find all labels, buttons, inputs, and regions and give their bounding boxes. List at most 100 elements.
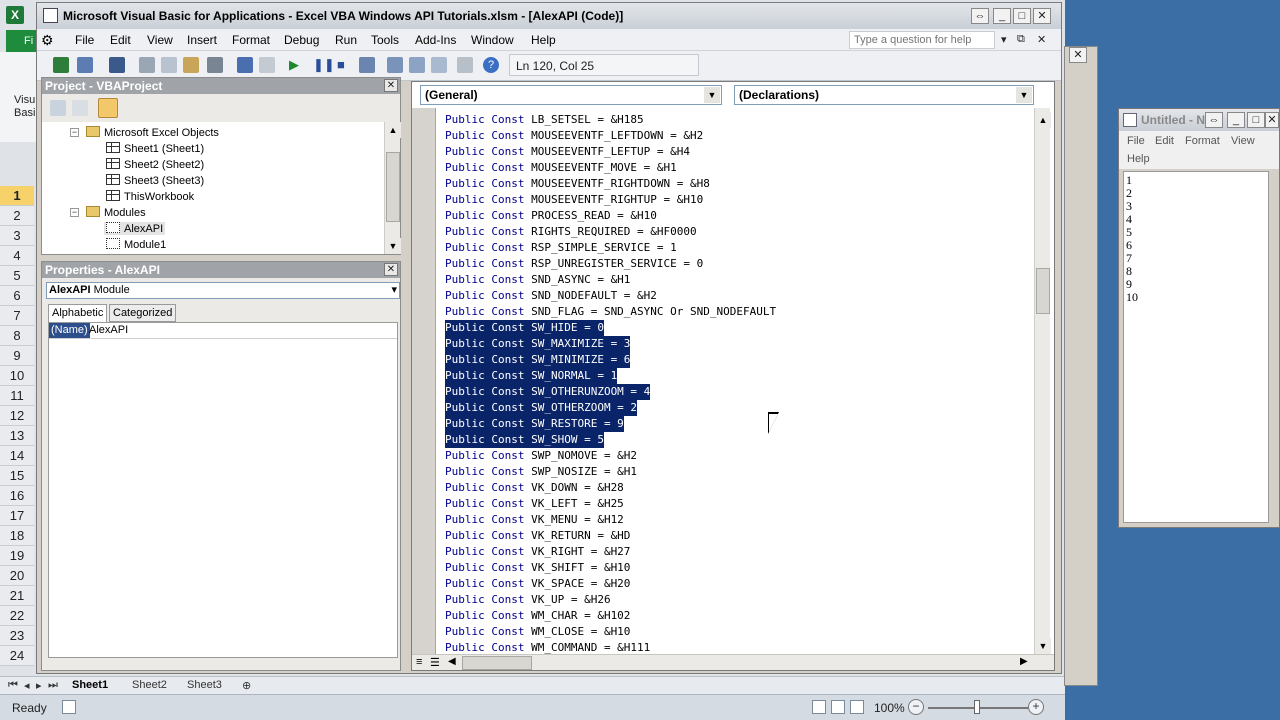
full-module-view-icon[interactable]: ☰ xyxy=(430,656,440,669)
code-hscrollbar[interactable]: ≡ ☰ ◀ ▶ xyxy=(412,654,1054,670)
code-line[interactable]: Public Const SW_OTHERZOOM = 2 xyxy=(445,400,638,416)
normal-view-icon[interactable] xyxy=(812,700,826,714)
code-line[interactable]: Public Const MOUSEEVENTF_RIGHTDOWN = &H8 xyxy=(445,176,710,192)
restore-icon[interactable]: ⇔ xyxy=(971,8,989,24)
close-icon[interactable]: ✕ xyxy=(1033,8,1051,24)
sheet-tab-2[interactable]: Sheet2 xyxy=(132,679,167,691)
property-name-label[interactable]: (Name) xyxy=(49,323,90,338)
code-line[interactable]: Public Const LB_SETSEL = &H185 xyxy=(445,112,644,128)
tab-alphabetic[interactable]: Alphabetic xyxy=(48,304,108,322)
mdi-close-icon[interactable]: ✕ xyxy=(1037,33,1046,46)
code-line[interactable]: Public Const VK_RETURN = &HD xyxy=(445,528,630,544)
tree-modules[interactable]: Modules xyxy=(86,206,146,219)
last-sheet-nav-icon[interactable]: ⏭ xyxy=(48,679,58,692)
notepad-titlebar[interactable]: Untitled - N ⇔ _ □ ✕ xyxy=(1119,109,1279,131)
view-excel-icon[interactable] xyxy=(53,57,69,73)
row-header[interactable]: 13 xyxy=(0,426,34,446)
row-header[interactable]: 19 xyxy=(0,546,34,566)
code-line[interactable]: Public Const SW_RESTORE = 9 xyxy=(445,416,624,432)
row-header[interactable]: 8 xyxy=(0,326,34,346)
row-header[interactable]: 12 xyxy=(0,406,34,426)
zoom-out-icon[interactable]: − xyxy=(908,699,924,715)
code-line[interactable]: Public Const SND_NODEFAULT = &H2 xyxy=(445,288,657,304)
page-layout-view-icon[interactable] xyxy=(831,700,845,714)
menu-file[interactable]: File xyxy=(75,33,94,47)
code-line[interactable]: Public Const SW_HIDE = 0 xyxy=(445,320,604,336)
excel-file-tab[interactable]: Fi xyxy=(6,30,40,52)
row-header[interactable]: 20 xyxy=(0,566,34,586)
combo-arrow-icon[interactable]: ▼ xyxy=(1016,87,1032,103)
row-header[interactable]: 14 xyxy=(0,446,34,466)
project-explorer-icon[interactable] xyxy=(387,57,403,73)
code-line[interactable]: Public Const SW_OTHERUNZOOM = 4 xyxy=(445,384,651,400)
row-header[interactable]: 17 xyxy=(0,506,34,526)
run-icon[interactable]: ▶ xyxy=(289,57,305,73)
code-line[interactable]: Public Const SWP_NOSIZE = &H1 xyxy=(445,464,637,480)
notepad-minimize-icon[interactable]: _ xyxy=(1227,112,1245,128)
notepad-app-icon[interactable] xyxy=(1123,113,1137,127)
properties-close-icon[interactable]: ✕ xyxy=(384,263,398,276)
macro-record-icon[interactable] xyxy=(62,700,76,714)
expand-objects-icon[interactable]: − xyxy=(70,128,79,137)
code-line[interactable]: Public Const SW_MAXIMIZE = 3 xyxy=(445,336,631,352)
code-line[interactable]: Public Const WM_CLOSE = &H10 xyxy=(445,624,630,640)
menu-run[interactable]: Run xyxy=(335,33,357,47)
combo-arrow-icon[interactable]: ▼ xyxy=(704,87,720,103)
undo-icon[interactable] xyxy=(237,57,253,73)
code-line[interactable]: Public Const PROCESS_READ = &H10 xyxy=(445,208,657,224)
insert-userform-icon[interactable] xyxy=(77,57,93,73)
tree-excel-objects[interactable]: Microsoft Excel Objects xyxy=(86,126,219,139)
notepad-maximize-icon[interactable]: □ xyxy=(1247,112,1265,128)
view-object-icon[interactable] xyxy=(72,100,88,116)
code-line[interactable]: Public Const WM_CHAR = &H102 xyxy=(445,608,630,624)
code-line[interactable]: Public Const SND_ASYNC = &H1 xyxy=(445,272,630,288)
code-line[interactable]: Public Const SND_FLAG = SND_ASYNC Or SND… xyxy=(445,304,776,320)
row-header[interactable]: 15 xyxy=(0,466,34,486)
menu-window[interactable]: Window xyxy=(471,33,514,47)
project-close-icon[interactable]: ✕ xyxy=(384,79,398,92)
row-header[interactable]: 9 xyxy=(0,346,34,366)
margin-indicator-bar[interactable] xyxy=(412,108,436,654)
notepad-menu-format[interactable]: Format xyxy=(1185,135,1220,147)
page-break-view-icon[interactable] xyxy=(850,700,864,714)
menu-view[interactable]: View xyxy=(147,33,173,47)
row-header[interactable]: 4 xyxy=(0,246,34,266)
notepad-text-area[interactable]: 1 2 3 4 5 6 7 8 9 10 xyxy=(1123,171,1269,523)
notepad-restore-icon[interactable]: ⇔ xyxy=(1205,112,1223,128)
maximize-icon[interactable]: □ xyxy=(1013,8,1031,24)
row-header[interactable]: 1 xyxy=(0,186,34,206)
tree-sheet1[interactable]: Sheet1 (Sheet1) xyxy=(106,142,204,155)
tree-sheet3[interactable]: Sheet3 (Sheet3) xyxy=(106,174,204,187)
row-header[interactable]: 11 xyxy=(0,386,34,406)
break-icon[interactable]: ❚❚ xyxy=(313,57,335,73)
tab-categorized[interactable]: Categorized xyxy=(109,304,177,322)
next-sheet-nav-icon[interactable]: ▸ xyxy=(36,679,42,692)
help-search-input[interactable] xyxy=(849,31,995,49)
menu-add-ins[interactable]: Add-Ins xyxy=(415,33,456,47)
insert-sheet-icon[interactable]: ⊕ xyxy=(242,679,251,692)
row-header[interactable]: 5 xyxy=(0,266,34,286)
paste-icon[interactable] xyxy=(183,57,199,73)
menu-format[interactable]: Format xyxy=(232,33,270,47)
menu-debug[interactable]: Debug xyxy=(284,33,319,47)
code-line[interactable]: Public Const WM_COMMAND = &H111 xyxy=(445,640,650,654)
row-header[interactable]: 7 xyxy=(0,306,34,326)
dropdown-arrow-icon[interactable]: ▾ xyxy=(391,283,397,298)
tree-thisworkbook[interactable]: ThisWorkbook xyxy=(106,190,194,203)
scroll-right-icon[interactable]: ▶ xyxy=(1020,656,1028,667)
code-line[interactable]: Public Const VK_LEFT = &H25 xyxy=(445,496,624,512)
zoom-slider-thumb[interactable] xyxy=(974,700,980,714)
scroll-up-icon[interactable]: ▲ xyxy=(385,122,401,138)
code-line[interactable]: Public Const RIGHTS_REQUIRED = &HF0000 xyxy=(445,224,697,240)
vbe-titlebar[interactable]: Microsoft Visual Basic for Applications … xyxy=(37,3,1061,29)
object-browser-icon[interactable] xyxy=(431,57,447,73)
prev-sheet-nav-icon[interactable]: ◂ xyxy=(24,679,30,692)
bg-close-icon[interactable]: ✕ xyxy=(1069,47,1087,63)
find-icon[interactable] xyxy=(207,57,223,73)
code-line[interactable]: Public Const MOUSEEVENTF_RIGHTUP = &H10 xyxy=(445,192,703,208)
save-icon[interactable] xyxy=(109,57,125,73)
row-header[interactable]: 23 xyxy=(0,626,34,646)
code-line[interactable]: Public Const VK_DOWN = &H28 xyxy=(445,480,624,496)
row-header[interactable]: 10 xyxy=(0,366,34,386)
help-icon[interactable]: ? xyxy=(483,57,499,73)
